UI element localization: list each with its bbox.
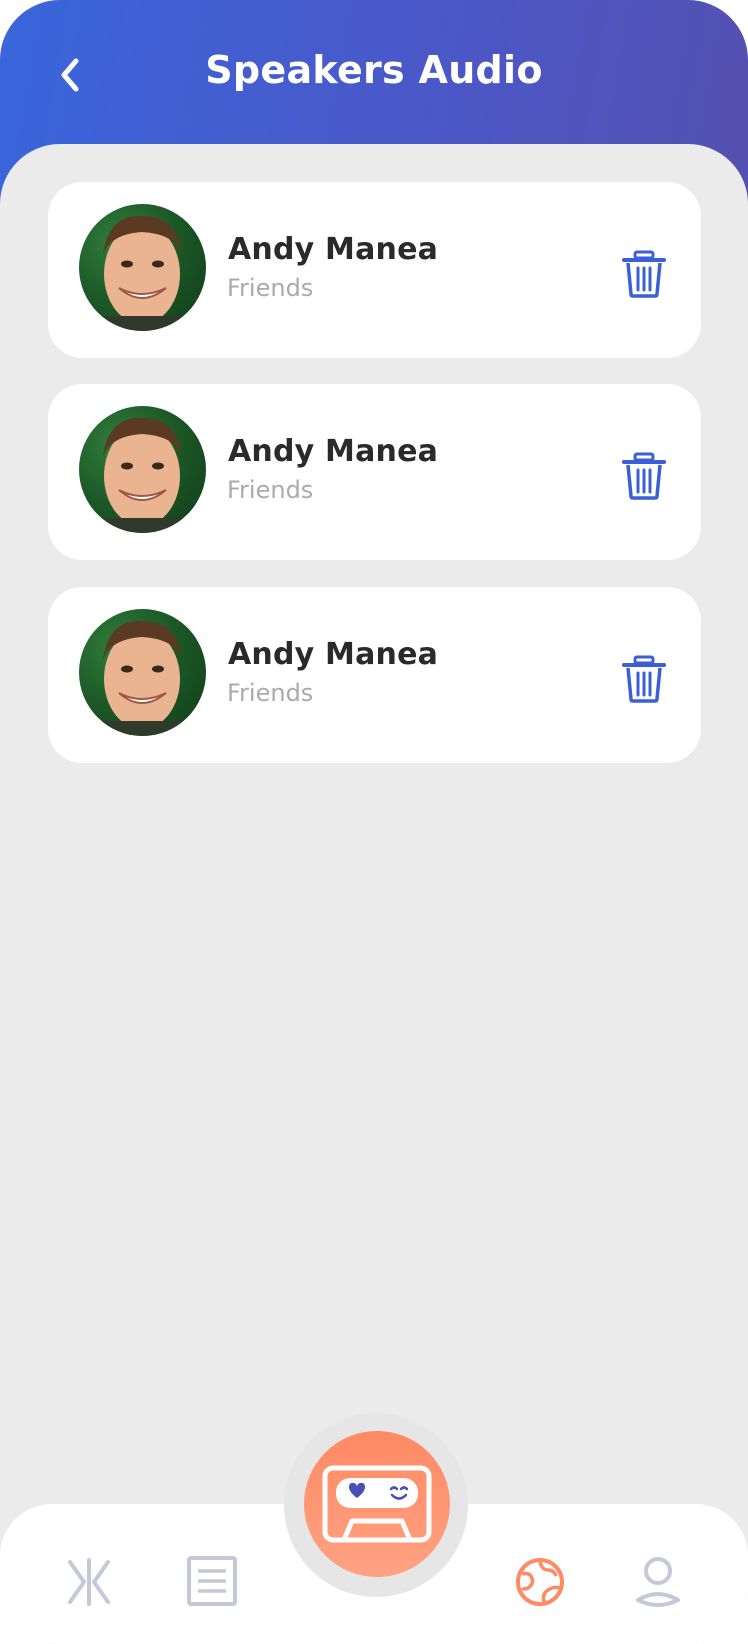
speaker-name: Andy Manea: [228, 434, 439, 469]
trash-icon: [622, 655, 666, 703]
globe-icon: [516, 1558, 564, 1606]
avatar: [79, 406, 206, 533]
list-icon: [187, 1556, 237, 1606]
cassette-icon: [322, 1465, 432, 1543]
avatar: [79, 609, 206, 736]
page-title: Speakers Audio: [205, 48, 543, 92]
speaker-card[interactable]: Andy Manea Friends: [48, 384, 701, 560]
delete-button[interactable]: [621, 250, 667, 298]
profile-icon: [636, 1557, 680, 1607]
speaker-card[interactable]: Andy Manea Friends: [48, 587, 701, 763]
speaker-name: Andy Manea: [228, 637, 439, 672]
screen: Speakers Audio Andy Manea Friends Andy M…: [0, 0, 748, 1644]
speaker-name: Andy Manea: [228, 232, 439, 267]
tab-list[interactable]: [186, 1555, 238, 1611]
tab-home[interactable]: [64, 1556, 114, 1612]
speaker-card[interactable]: Andy Manea Friends: [48, 182, 701, 358]
tab-globe[interactable]: [514, 1556, 566, 1612]
tab-profile[interactable]: [634, 1556, 682, 1612]
trash-icon: [622, 452, 666, 500]
speaker-group: Friends: [227, 679, 314, 707]
avatar: [79, 204, 206, 331]
tab-cassette[interactable]: [304, 1431, 450, 1577]
speaker-group: Friends: [227, 476, 314, 504]
speaker-group: Friends: [227, 274, 314, 302]
delete-button[interactable]: [621, 452, 667, 500]
trash-icon: [622, 250, 666, 298]
xk-logo-icon: [68, 1558, 110, 1606]
delete-button[interactable]: [621, 655, 667, 703]
